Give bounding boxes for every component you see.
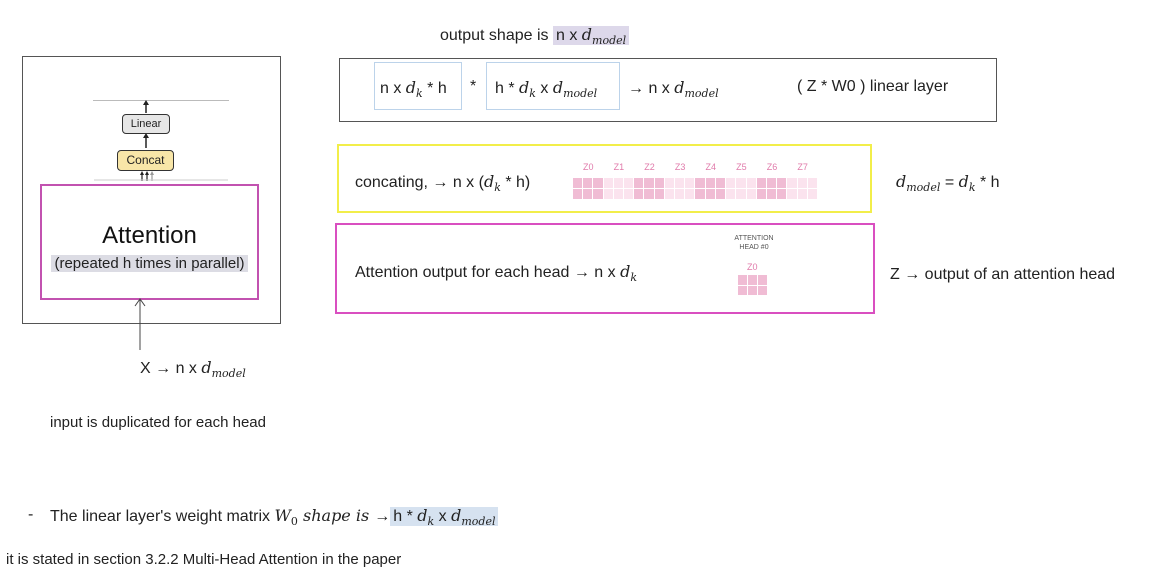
footer-note: it is stated in section 3.2.2 Multi-Head… [6, 551, 402, 568]
result-term: → n x dmodel [628, 78, 719, 100]
term1: n x dk * h [380, 78, 447, 100]
matrix-cell [664, 189, 676, 200]
bullet-dash: - [28, 506, 34, 523]
matrix-cell [756, 178, 767, 189]
arrowhead-head-3 [150, 171, 154, 175]
matrix-cell [736, 178, 747, 189]
matrix-cell [738, 275, 748, 286]
matrix-cell [654, 178, 665, 189]
matrix-cell [705, 189, 716, 200]
matrix-cell [695, 178, 706, 189]
matrix-cell [644, 189, 655, 200]
matrix-cell [797, 178, 808, 189]
matrix-cell [787, 189, 798, 200]
matrix-cell [573, 189, 584, 200]
input-arrow [134, 298, 146, 350]
arrowhead-linear [143, 100, 149, 105]
head-matrix [738, 275, 768, 296]
matrix-cell [685, 178, 696, 189]
matrix-cell [664, 178, 676, 189]
weight-shape-value: h * dk x dmodel [390, 506, 499, 528]
matrix-cell [583, 178, 594, 189]
head-z-label: Z0 [747, 262, 758, 272]
multiply-sign: * [470, 78, 477, 95]
linear-layer-label: ( Z * W0 ) linear layer [797, 78, 949, 95]
concat-z-label: Z2 [644, 162, 655, 172]
matrix-cell [624, 189, 635, 200]
dmodel-equation: dmodel = dk * h [896, 172, 1000, 194]
matrix-cell [715, 189, 727, 200]
term2: h * dk x dmodel [495, 78, 598, 100]
matrix-cell [603, 178, 614, 189]
arrowhead-head-2 [145, 171, 149, 175]
matrix-cell [603, 189, 614, 200]
linear-block: Linear [122, 114, 170, 134]
matrix-cell [777, 178, 788, 189]
matrix-cell [613, 189, 625, 200]
weight-matrix-note: The linear layer's weight matrix W0 shap… [50, 506, 499, 528]
matrix-cell [746, 189, 757, 200]
concat-z-label: Z0 [583, 162, 594, 172]
matrix-cell [797, 189, 808, 200]
matrix-cell [748, 275, 758, 286]
matrix-cell [715, 178, 727, 189]
input-x-label: X → n x dmodel [140, 358, 246, 380]
matrix-cell [613, 178, 625, 189]
matrix-cell [726, 189, 737, 200]
matrix-cell [738, 285, 748, 296]
matrix-cell [685, 189, 696, 200]
matrix-cell [726, 178, 737, 189]
arrowhead-head-1 [140, 171, 144, 175]
matrix-cell [593, 189, 604, 200]
concat-matrix [573, 178, 818, 200]
head-title: ATTENTION HEAD #0 [734, 235, 774, 251]
matrix-cell [748, 285, 758, 296]
matrix-cell [736, 189, 747, 200]
matrix-cell [766, 189, 778, 200]
matrix-cell [787, 178, 798, 189]
head-output-label: Attention output for each head → n x dk [355, 262, 637, 284]
matrix-cell [644, 178, 655, 189]
matrix-cell [746, 178, 757, 189]
matrix-cell [634, 189, 645, 200]
output-shape-value: n x dmodel [552, 25, 630, 47]
matrix-cell [675, 178, 686, 189]
concat-z-label: Z6 [766, 162, 778, 172]
matrix-cell [624, 178, 635, 189]
matrix-cell [583, 189, 594, 200]
concat-label: concating, → n x (dk * h) [355, 172, 531, 194]
matrix-cell [593, 178, 604, 189]
matrix-cell [634, 178, 645, 189]
matrix-cell [654, 189, 665, 200]
concat-z-label: Z5 [736, 162, 747, 172]
matrix-cell [695, 189, 706, 200]
matrix-cell [758, 285, 768, 296]
matrix-cell [675, 189, 686, 200]
matrix-cell [807, 189, 818, 200]
matrix-cell [758, 275, 768, 286]
concat-z-label: Z3 [674, 162, 686, 172]
repeated-note: (repeated h times in parallel) [40, 255, 259, 272]
concat-z-label: Z4 [705, 162, 717, 172]
matrix-cell [705, 178, 716, 189]
matrix-cell [807, 178, 818, 189]
z-note: Z → output of an attention head [890, 266, 1116, 283]
attention-title: Attention [102, 222, 197, 249]
matrix-cell [573, 178, 584, 189]
duplicate-note: input is duplicated for each head [50, 414, 266, 431]
matrix-cell [777, 189, 788, 200]
matrix-cell [756, 189, 767, 200]
matrix-cell [766, 178, 778, 189]
concat-z-label: Z1 [613, 162, 625, 172]
output-shape-note: output shape is n x dmodel [440, 25, 630, 47]
concat-z-label: Z7 [797, 162, 808, 172]
concat-block: Concat [117, 150, 174, 171]
